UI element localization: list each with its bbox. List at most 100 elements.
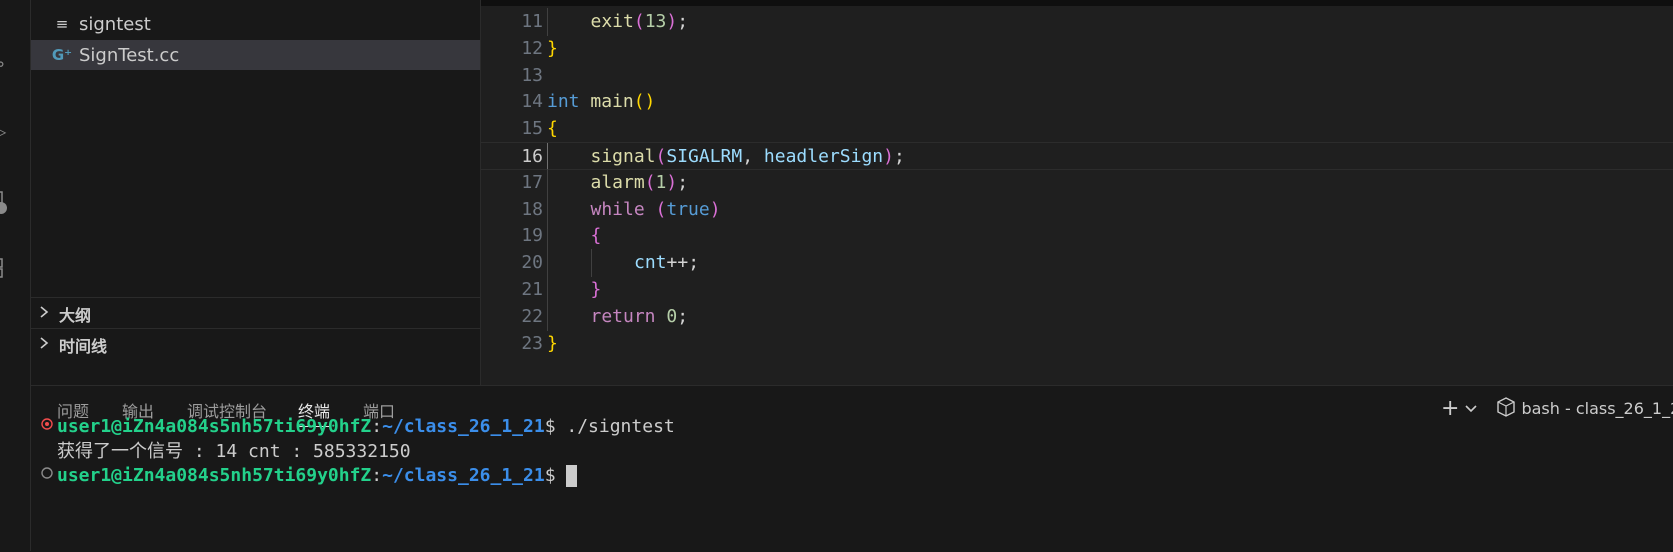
section-label: 时间线 [59,336,108,356]
code-token: while [590,198,645,220]
code-token: , [742,146,764,167]
code-line[interactable]: 21} [481,276,1673,304]
code-token: } [547,332,558,354]
empty-circle-icon[interactable] [41,463,53,489]
code-token: ) [666,11,678,32]
line-number: 23 [521,332,543,354]
code-text: return 0; [591,303,689,331]
indent-guide [547,222,548,251]
code-token: ( [655,198,667,220]
indent-guide [547,143,548,171]
code-line[interactable]: 12} [481,35,1673,63]
line-number: 16 [521,146,543,167]
code-token: ; [893,146,905,167]
section-timeline[interactable]: 时间线 [31,328,480,360]
section-label: 大纲 [59,305,92,325]
code-token: ) [883,146,894,167]
code-token: ( [633,11,645,32]
run-debug-icon[interactable]: ▷ [0,123,12,141]
prompt-symbol: $ [544,465,567,486]
section-outline[interactable]: 大纲 [31,297,480,329]
prompt-symbol: $ [544,416,567,437]
prompt-path: ~/class_26_1_21 [382,416,545,437]
file-name: SignTest.cc [79,44,180,66]
file-lines-icon: ≡ [55,15,69,33]
code-token: headlerSign [763,146,884,167]
line-number: 19 [521,225,543,247]
code-token: ; [677,305,689,327]
indent-guide [547,302,548,331]
explorer-sidebar: ≡ signtest G⁺ SignTest.cc 大纲 时间线 [31,0,481,385]
line-number: 22 [521,305,543,327]
code-line[interactable]: 13 [481,62,1673,90]
terminal-line: user1@iZn4a084s5nh57ti69y0hfZ:~/class_26… [31,463,1673,489]
code-line[interactable]: 18 while (true) [481,195,1673,224]
code-text: exit(13); [591,8,689,36]
code-text: } [547,35,558,63]
chevron-left-icon[interactable]: ‹ [0,0,12,12]
code-line[interactable]: 14 int main() [481,88,1673,116]
remote-explorer-icon[interactable] [0,190,12,214]
code-line[interactable]: 16 signal(SIGALRM, headlerSign); [481,142,1673,171]
prompt-path: ~/class_26_1_21 [382,465,545,486]
code-token: ; [677,11,689,32]
code-line[interactable]: 22 return 0; [481,302,1673,331]
line-number: 18 [521,198,543,220]
code-token: ( [644,171,656,193]
code-token: true [666,198,710,220]
indent-guide [547,168,548,197]
file-item-signtest[interactable]: ≡ signtest [31,9,480,39]
line-number: 12 [521,37,543,59]
code-text: signal(SIGALRM, headlerSign); [591,143,905,171]
code-text: { [547,115,558,143]
code-token: { [590,225,602,247]
code-token: ( [655,146,667,167]
terminal-line: 获得了一个信号 : 14 cnt : 585332150 [31,439,1673,465]
code-line[interactable]: 15{ [481,115,1673,143]
code-line[interactable]: 20 cnt++; [481,249,1673,278]
code-token: int [547,91,580,113]
prompt-user-host: user1@iZn4a084s5nh57ti69y0hfZ [57,416,372,437]
line-number: 15 [521,118,543,140]
code-token: } [590,279,602,300]
line-number: 20 [521,252,543,274]
code-token: cnt [634,252,667,274]
indent-guide [547,276,548,304]
file-item-signtest-cc[interactable]: G⁺ SignTest.cc [31,40,480,70]
file-name: signtest [79,13,151,35]
cpp-file-icon: G⁺ [51,46,73,64]
indent-guide [590,249,592,278]
code-token: ; [677,171,689,193]
code-token: { [547,118,558,140]
line-number: 21 [521,279,543,300]
code-text: } [547,330,558,358]
error-circle-icon[interactable] [41,414,53,440]
code-text: } [591,276,602,304]
code-token: } [547,37,558,59]
code-token: 1 [655,171,667,193]
terminal-cursor [566,465,578,487]
indent-guide [547,8,548,36]
source-control-icon[interactable]: ⚬ [0,56,12,74]
code-line[interactable]: 17 alarm(1); [481,168,1673,197]
line-number: 13 [521,64,543,86]
code-text: while (true) [591,196,721,224]
code-line[interactable]: 11 exit(13); [481,8,1673,36]
code-text: { [591,222,602,250]
code-line[interactable]: 19 { [481,222,1673,251]
code-editor[interactable]: 11 exit(13); 12} 13 14 int main() 15{16 signal(… [481,0,1673,385]
code-text: alarm(1); [591,169,689,197]
code-token: ) [666,171,678,193]
code-line[interactable]: 23} [481,330,1673,358]
code-token: exit [590,11,634,32]
editor-tab-strip-edge [481,0,1673,6]
terminal-command: ./signtest [566,416,675,437]
code-token: 13 [644,11,667,32]
code-token: signal [590,146,656,167]
code-token: main [590,91,634,113]
extensions-icon[interactable] [0,255,12,278]
prompt-separator: : [371,465,383,486]
code-token: SIGALRM [666,146,743,167]
